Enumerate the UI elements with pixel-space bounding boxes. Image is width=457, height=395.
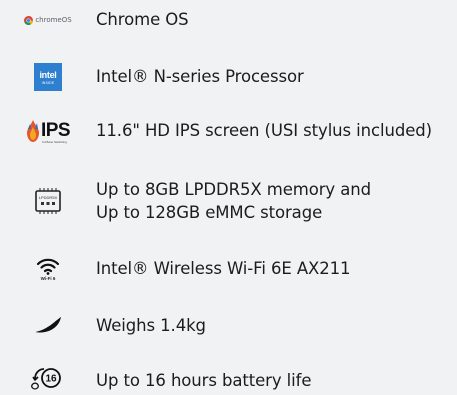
- chrome-os-logo-text: chromeOS: [35, 16, 72, 24]
- chrome-os-logo-icon: chromeOS: [18, 8, 78, 32]
- intel-inside-text: INSIDE: [41, 81, 55, 85]
- wifi-6-label: Wi-Fi 6: [40, 276, 56, 281]
- chip-svg: LPDDR5X: [35, 188, 61, 214]
- ips-logo-icon: IPS In-Plane Switching: [18, 116, 78, 146]
- spec-line: Intel® N-series Processor: [96, 67, 304, 86]
- chip-label: LPDDR5X: [39, 195, 58, 200]
- spec-line: Weighs 1.4kg: [96, 316, 206, 335]
- spec-line: Up to 16 hours battery life: [96, 371, 312, 390]
- spec-row-screen: IPS In-Plane Switching 11.6" HD IPS scre…: [0, 116, 457, 146]
- spec-text-battery: Up to 16 hours battery life: [96, 369, 311, 392]
- spec-list: chromeOS Chrome OS intel INSIDE Intel® N…: [0, 0, 457, 394]
- spec-text-wifi: Intel® Wireless Wi-Fi 6E AX211: [96, 257, 351, 280]
- spec-text-memory: Up to 8GB LPDDR5X memory and Up to 128GB…: [96, 178, 371, 224]
- feather-svg: [34, 317, 61, 333]
- ips-subtitle: In-Plane Switching: [41, 140, 67, 144]
- feather-icon: [18, 312, 78, 338]
- spec-line: 11.6" HD IPS screen (USI stylus included…: [96, 121, 432, 140]
- spec-text-os: Chrome OS: [96, 8, 189, 31]
- ips-logo-text: IPS: [40, 120, 71, 141]
- intel-logo-icon: intel INSIDE: [18, 62, 78, 92]
- ips-flame-icon: [26, 120, 39, 142]
- spec-line: Up to 128GB eMMC storage: [96, 203, 323, 222]
- spec-line: Up to 8GB LPDDR5X memory and: [96, 180, 371, 199]
- battery-clock-svg: 16: [31, 368, 61, 390]
- spec-text-screen: 11.6" HD IPS screen (USI stylus included…: [96, 119, 432, 142]
- spec-text-processor: Intel® N-series Processor: [96, 65, 304, 88]
- memory-chip-icon: LPDDR5X: [18, 178, 78, 224]
- spec-row-battery: 16 Up to 16 hours battery life: [0, 366, 457, 394]
- spec-row-wifi: Wi-Fi 6 Intel® Wireless Wi-Fi 6E AX211: [0, 254, 457, 284]
- spec-line: Chrome OS: [96, 10, 189, 29]
- chrome-icon: [24, 15, 34, 25]
- intel-badge: intel INSIDE: [34, 63, 62, 91]
- wifi-icon: [36, 258, 60, 275]
- spec-line: Intel® Wireless Wi-Fi 6E AX211: [96, 259, 351, 278]
- battery-16-hours-icon: 16: [18, 366, 78, 394]
- spec-row-memory: LPDDR5X Up to 8GB LPDDR5X memory and Up …: [0, 178, 457, 224]
- spec-row-processor: intel INSIDE Intel® N-series Processor: [0, 62, 457, 92]
- wifi-6-icon: Wi-Fi 6: [18, 254, 78, 284]
- spec-row-os: chromeOS Chrome OS: [0, 8, 457, 32]
- spec-row-weight: Weighs 1.4kg: [0, 312, 457, 338]
- spec-text-weight: Weighs 1.4kg: [96, 314, 206, 337]
- battery-hours-label: 16: [45, 374, 57, 385]
- intel-brand-text: intel: [39, 70, 57, 80]
